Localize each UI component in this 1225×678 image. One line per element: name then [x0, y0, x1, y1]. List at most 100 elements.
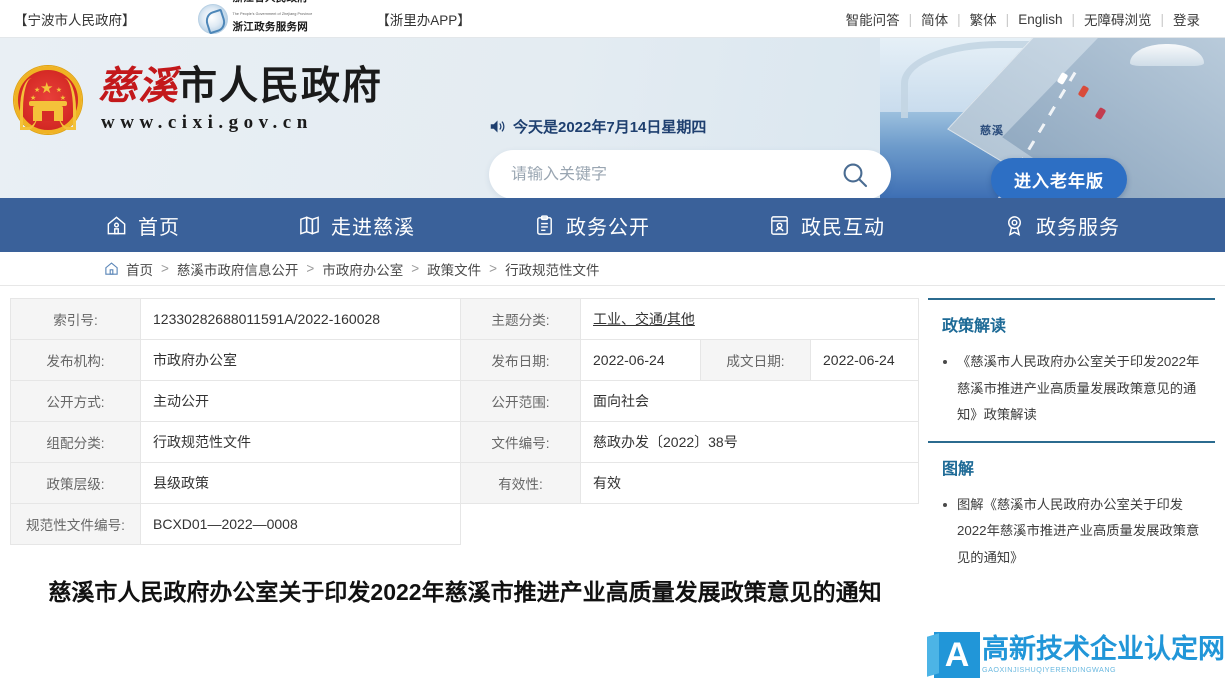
search-input[interactable] — [511, 165, 841, 184]
sidebar: 政策解读 《慈溪市人民政府办公室关于印发2022年慈溪市推进产业高质量发展政策意… — [920, 298, 1215, 614]
meta-value-normative-doc-number: BCXD01—2022—0008 — [140, 503, 461, 545]
table-row: 索引号: 12330282688011591A/2022-160028 主题分类… — [10, 298, 919, 340]
meta-value-disclosure-scope: 面向社会 — [580, 380, 919, 422]
nav-services-label: 政务服务 — [1036, 216, 1120, 239]
meta-value-validity: 有效 — [580, 462, 919, 504]
breadcrumb-bar: 首页 > 慈溪市政府信息公开 > 市政府办公室 > 政策文件 > 行政规范性文件 — [0, 252, 1225, 286]
header-content: ★ ★ ★ ★ 慈溪市人民政府 www.cixi.gov.cn 今天是2022年… — [0, 38, 1225, 198]
meta-label-document-number: 文件编号: — [460, 421, 581, 463]
traditional-chinese-link[interactable]: 繁体 — [961, 9, 1006, 29]
nav-about-cixi-label: 走进慈溪 — [331, 216, 415, 239]
speaker-icon[interactable] — [489, 119, 506, 134]
sidebar-heading-illustration: 图解 — [942, 460, 975, 478]
topic-category-link[interactable]: 工业、交通/其他 — [593, 311, 695, 327]
meta-label-disclosure-scope: 公开范围: — [460, 380, 581, 422]
page-body: 索引号: 12330282688011591A/2022-160028 主题分类… — [0, 286, 1225, 614]
nav-home[interactable]: 首页 — [105, 211, 180, 240]
ningbo-gov-link[interactable]: 【宁波市人民政府】 — [14, 9, 136, 29]
site-name: 慈溪市人民政府 — [98, 66, 383, 107]
meta-label-issuing-agency: 发布机构: — [10, 339, 141, 381]
login-link[interactable]: 登录 — [1164, 9, 1209, 29]
breadcrumb-separator: > — [489, 261, 498, 276]
topbar-right-group: 智能问答 | 简体 | 繁体 | English | 无障碍浏览 | 登录 — [837, 0, 1209, 38]
zhelibanapp-link[interactable]: 【浙里办APP】 — [376, 9, 471, 29]
accessibility-link[interactable]: 无障碍浏览 — [1075, 9, 1161, 29]
table-row: 公开方式: 主动公开 公开范围: 面向社会 — [10, 380, 919, 422]
breadcrumb-separator: > — [411, 261, 420, 276]
site-header: ★ ★ ★ ★ 慈溪市人民政府 www.cixi.gov.cn 今天是2022年… — [0, 38, 1225, 198]
watermark-text: 高新技术企业认定网 GAOXINJISHUQIYERENDINGWANG — [982, 636, 1225, 675]
watermark-subtitle: GAOXINJISHUQIYERENDINGWANG — [982, 665, 1117, 675]
breadcrumb-item-info-disclosure[interactable]: 慈溪市政府信息公开 — [177, 259, 299, 279]
sidebar-list-illustration: 图解《慈溪市人民政府办公室关于印发2022年慈溪市推进产业高质量发展政策意见的通… — [942, 492, 1201, 572]
meta-value-index-number: 12330282688011591A/2022-160028 — [140, 298, 461, 340]
home-icon[interactable] — [104, 261, 119, 276]
page-root: 【宁波市人民政府】 浙江省人民政府 The People's Governmen… — [0, 0, 1225, 678]
meta-value-publish-date: 2022-06-24 — [580, 339, 701, 381]
clipboard-icon — [533, 214, 556, 237]
emblem-star-small: ★ — [55, 87, 62, 94]
meta-label-publish-date: 发布日期: — [460, 339, 581, 381]
zhejiang-logo-line3: 浙江政务服务网 — [232, 20, 309, 33]
today-date-row: 今天是2022年7月14日星期四 — [489, 116, 706, 137]
site-logo[interactable]: ★ ★ ★ ★ 慈溪市人民政府 www.cixi.gov.cn — [14, 66, 383, 134]
map-icon — [298, 214, 321, 237]
site-name-block: 慈溪市人民政府 www.cixi.gov.cn — [98, 66, 383, 133]
meta-label-normative-doc-number: 规范性文件编号: — [10, 503, 141, 545]
breadcrumb-item-policy-documents[interactable]: 政策文件 — [427, 259, 481, 279]
meta-value-drafting-date: 2022-06-24 — [810, 339, 919, 381]
emblem-star-small: ★ — [34, 87, 41, 94]
meta-label-drafting-date: 成文日期: — [700, 339, 811, 381]
watermark: 高新技术企业认定网 GAOXINJISHUQIYERENDINGWANG — [934, 632, 1225, 678]
breadcrumb-item-government-office[interactable]: 市政府办公室 — [322, 259, 403, 279]
breadcrumb-item-home[interactable]: 首页 — [126, 259, 153, 279]
english-link[interactable]: English — [1009, 12, 1071, 27]
watermark-logo-icon — [934, 632, 980, 678]
meta-value-document-number: 慈政办发〔2022〕38号 — [580, 421, 919, 463]
breadcrumb: 首页 > 慈溪市政府信息公开 > 市政府办公室 > 政策文件 > 行政规范性文件 — [104, 259, 600, 279]
meta-label-policy-level: 政策层级: — [10, 462, 141, 504]
meta-label-topic-category: 主题分类: — [460, 298, 581, 340]
nav-interaction[interactable]: 政民互动 — [768, 211, 885, 240]
sidebar-card-illustration: 图解 图解《慈溪市人民政府办公室关于印发2022年慈溪市推进产业高质量发展政策意… — [928, 440, 1215, 582]
zhejiang-logo-line1: 浙江省人民政府 — [233, 0, 309, 4]
breadcrumb-item-normative-documents[interactable]: 行政规范性文件 — [505, 259, 600, 279]
search-icon[interactable] — [841, 161, 869, 189]
sidebar-list-policy-interpretation: 《慈溪市人民政府办公室关于印发2022年慈溪市推进产业高质量发展政策意见的通知》… — [942, 349, 1201, 429]
meta-value-issuing-agency: 市政府办公室 — [140, 339, 461, 381]
site-name-city: 慈溪 — [98, 65, 179, 109]
nav-home-label: 首页 — [138, 216, 180, 239]
meta-value-disclosure-method: 主动公开 — [140, 380, 461, 422]
meta-empty-cell — [460, 503, 919, 545]
site-name-rest: 市人民政府 — [178, 65, 384, 109]
document-metadata-table: 索引号: 12330282688011591A/2022-160028 主题分类… — [10, 298, 919, 545]
table-row: 政策层级: 县级政策 有效性: 有效 — [10, 462, 919, 504]
badge-icon — [1003, 214, 1026, 237]
nav-about-cixi[interactable]: 走进慈溪 — [298, 211, 415, 240]
breadcrumb-separator: > — [161, 261, 169, 276]
zhejiang-swirl-icon — [197, 3, 228, 34]
main-content-column: 索引号: 12330282688011591A/2022-160028 主题分类… — [0, 298, 920, 614]
list-item[interactable]: 《慈溪市人民政府办公室关于印发2022年慈溪市推进产业高质量发展政策意见的通知》… — [942, 349, 1201, 429]
smart-qa-link[interactable]: 智能问答 — [837, 9, 909, 29]
list-item[interactable]: 图解《慈溪市人民政府办公室关于印发2022年慈溪市推进产业高质量发展政策意见的通… — [942, 492, 1201, 572]
nav-services[interactable]: 政务服务 — [1003, 211, 1120, 240]
meta-label-validity: 有效性: — [460, 462, 581, 504]
user-card-icon — [768, 214, 791, 237]
today-date-text: 今天是2022年7月14日星期四 — [513, 119, 707, 136]
meta-label-group-category: 组配分类: — [10, 421, 141, 463]
emblem-tiananmen-gate — [29, 101, 67, 121]
table-row: 规范性文件编号: BCXD01—2022—0008 — [10, 503, 919, 545]
site-url: www.cixi.gov.cn — [101, 111, 313, 133]
meta-label-disclosure-method: 公开方式: — [10, 380, 141, 422]
nav-government-affairs[interactable]: 政务公开 — [533, 211, 650, 240]
senior-version-button[interactable]: 进入老年版 — [991, 158, 1127, 198]
nav-interaction-label: 政民互动 — [801, 216, 885, 239]
top-utility-bar: 【宁波市人民政府】 浙江省人民政府 The People's Governmen… — [0, 0, 1225, 45]
meta-value-group-category: 行政规范性文件 — [140, 421, 461, 463]
meta-value-policy-level: 县级政策 — [140, 462, 461, 504]
simplified-chinese-link[interactable]: 简体 — [912, 9, 957, 29]
meta-label-index-number: 索引号: — [10, 298, 141, 340]
search-box[interactable] — [489, 150, 891, 198]
table-row: 发布机构: 市政府办公室 发布日期: 2022-06-24 成文日期: 2022… — [10, 339, 919, 381]
